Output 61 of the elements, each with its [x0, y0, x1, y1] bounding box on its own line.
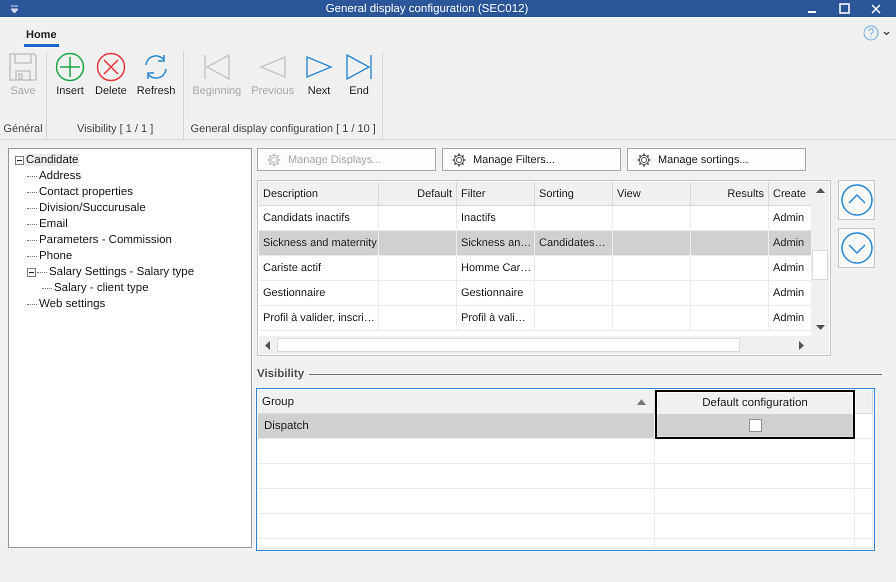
horizontal-scrollbar[interactable]	[259, 336, 829, 354]
scroll-right-icon[interactable]	[799, 340, 805, 350]
checkbox[interactable]	[748, 419, 762, 432]
group-label: Général	[3, 123, 43, 137]
tree-item[interactable]: Phone	[38, 250, 74, 262]
vertical-scrollbar[interactable]	[811, 182, 829, 336]
chevron-down-icon[interactable]	[883, 30, 890, 36]
table-cell: Profil à vali…	[457, 306, 535, 331]
tree-item[interactable]: Salary - client type	[53, 282, 150, 294]
group-label: General display configuration [ 1 / 10 ]	[190, 123, 376, 137]
ribbon-button[interactable]: Refresh	[132, 52, 180, 123]
maximize-icon[interactable]	[838, 3, 850, 14]
tree-item[interactable]: Parameters - Commission	[38, 234, 173, 246]
column-header[interactable]: Sorting	[535, 182, 613, 206]
table-cell: Dispatch	[258, 414, 655, 439]
scroll-up-icon[interactable]	[816, 187, 824, 193]
quick-access-icon[interactable]	[11, 4, 18, 12]
tree-item[interactable]: Salary Settings - Salary type	[48, 266, 196, 278]
tree-item[interactable]: Email	[38, 218, 69, 230]
tree-item[interactable]: Candidate	[25, 154, 80, 166]
ribbon-tab[interactable]: Home	[24, 29, 59, 47]
column-header[interactable]: View	[613, 182, 691, 206]
column-header[interactable]: Results	[691, 182, 769, 206]
ribbon-button[interactable]: Insert	[50, 52, 90, 123]
scroll-down-icon[interactable]	[816, 325, 824, 331]
scrollbar-thumb[interactable]	[812, 250, 828, 280]
collapse-icon[interactable]	[27, 268, 36, 276]
close-circle-icon	[96, 52, 126, 82]
scrollbar-thumb[interactable]	[277, 338, 740, 352]
table-cell: Profil à valider, inscri…	[259, 306, 379, 331]
tree-item[interactable]: Address	[38, 170, 82, 182]
tree-item[interactable]: Contact properties	[38, 186, 134, 198]
ribbon-button[interactable]: Next	[299, 52, 340, 123]
column-header[interactable]: Default	[379, 182, 457, 206]
scroll-left-icon[interactable]	[264, 340, 270, 350]
manage-button[interactable]: Manage sortings...	[627, 148, 806, 171]
move-down-button[interactable]	[838, 228, 875, 268]
column-header[interactable]: Create	[769, 182, 811, 206]
move-up-button[interactable]	[838, 180, 875, 220]
plus-circle-icon	[55, 52, 85, 82]
gear-icon	[636, 152, 652, 168]
tree-item[interactable]: Web settings	[38, 298, 106, 310]
ribbon-button[interactable]: Delete	[90, 52, 132, 123]
group-label: Visibility [ 1 / 1 ]	[77, 123, 154, 137]
column-header[interactable]: Group	[258, 390, 655, 414]
gear-icon	[266, 152, 282, 168]
ribbon-button[interactable]: End	[339, 52, 380, 123]
gear-icon	[451, 152, 467, 168]
header-cell	[855, 390, 873, 414]
window-title: General display configuration (SEC012)	[324, 2, 530, 14]
skip-forward-icon	[344, 52, 374, 82]
skip-back-icon	[202, 52, 232, 82]
collapse-icon[interactable]	[15, 156, 24, 164]
tree-item[interactable]: Division/Succurusale	[38, 202, 147, 214]
close-icon[interactable]	[871, 4, 881, 14]
column-header[interactable]: Description	[259, 182, 379, 206]
sort-ascending-icon[interactable]	[637, 398, 646, 404]
column-header[interactable]: Filter	[457, 182, 535, 206]
section-title: Visibility	[257, 368, 304, 380]
column-header[interactable]: Default configuration	[655, 390, 855, 414]
manage-button[interactable]: Manage Filters...	[442, 148, 621, 171]
